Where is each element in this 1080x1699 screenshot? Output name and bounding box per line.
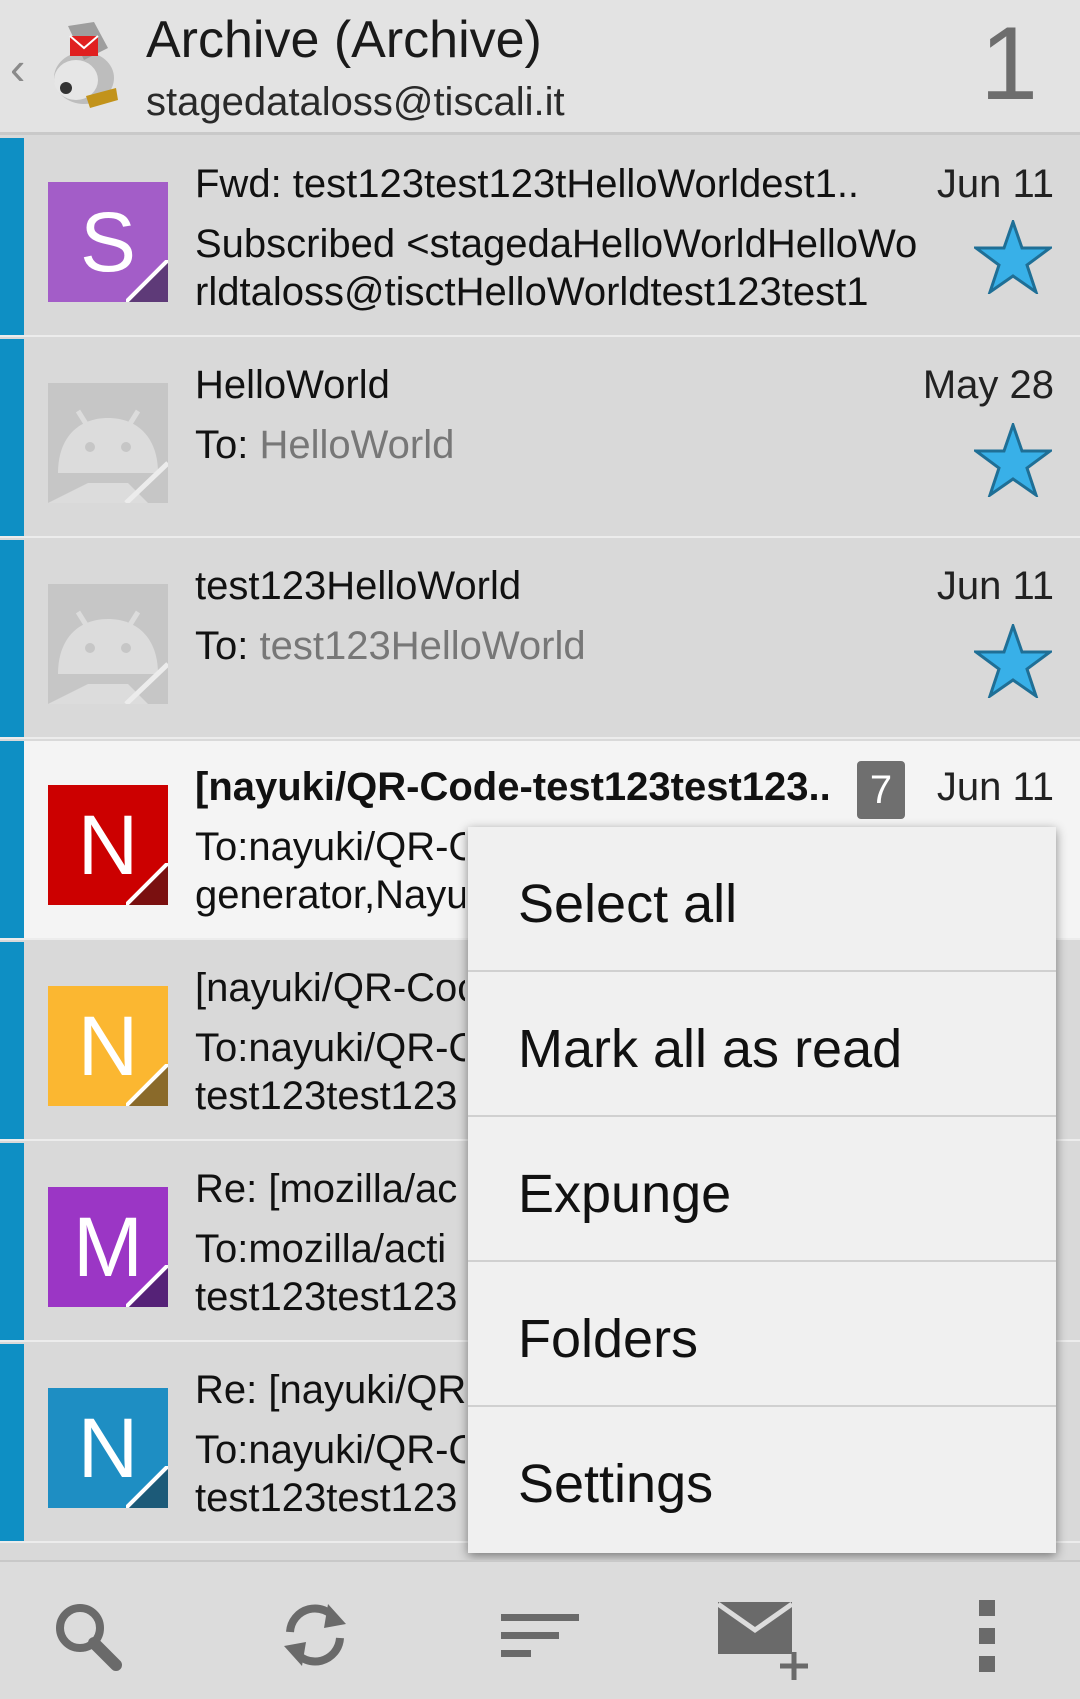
account-color-stripe	[0, 540, 24, 737]
avatar-fold-icon	[126, 863, 168, 905]
message-preview: To:nayuki/QR-C	[195, 1428, 465, 1472]
account-color-stripe	[0, 1344, 24, 1541]
app-logo[interactable]	[46, 18, 126, 113]
android-robot-icon	[48, 383, 168, 503]
android-robot-icon	[48, 584, 168, 704]
to-value: HelloWorld	[259, 423, 455, 467]
star-icon[interactable]	[974, 423, 1052, 497]
menu-item-expunge[interactable]: Expunge	[468, 1117, 1056, 1262]
message-preview-continued: rldtaloss@tisctHelloWorldtest123test1	[195, 270, 869, 314]
avatar-fold-icon	[126, 1466, 168, 1508]
message-preview: To:nayuki/QR-C	[195, 1026, 465, 1070]
bottom-action-bar	[0, 1560, 1080, 1699]
star-icon[interactable]	[974, 624, 1052, 698]
to-value: test123HelloWorld	[259, 624, 586, 668]
sort-icon[interactable]	[495, 1590, 585, 1680]
message-preview: Subscribed <stagedaHelloWorldHelloWo	[195, 222, 918, 266]
contact-avatar[interactable]: N	[48, 785, 168, 905]
star-icon[interactable]	[974, 220, 1052, 294]
menu-item-select-all[interactable]: Select all	[468, 827, 1056, 972]
message-date: Jun 11	[936, 564, 1054, 608]
message-subject: Re: [nayuki/QR-	[195, 1368, 465, 1412]
default-android-avatar[interactable]	[48, 584, 168, 704]
menu-item-label: Settings	[518, 1454, 714, 1514]
message-row[interactable]: S Fwd: test123test123tHelloWorldest1.. J…	[0, 138, 1080, 337]
message-date: Jun 11	[936, 162, 1054, 206]
app-header: ‹ Archive (Archive) stagedataloss@tiscal…	[0, 0, 1080, 135]
menu-item-mark-all-read[interactable]: Mark all as read	[468, 972, 1056, 1117]
message-subject: [nayuki/QR-Coc	[195, 966, 465, 1010]
message-date: May 28	[922, 363, 1054, 407]
account-color-stripe	[0, 138, 24, 335]
thread-count-badge: 7	[857, 761, 905, 819]
message-preview-continued: generator,Nayu	[195, 873, 465, 917]
message-subject: Re: [mozilla/ac	[195, 1167, 458, 1211]
menu-item-label: Mark all as read	[518, 1019, 903, 1079]
message-subject: HelloWorld	[195, 363, 390, 407]
to-label: To:	[195, 624, 260, 668]
message-preview-continued: test123test123	[195, 1074, 458, 1118]
account-email: stagedataloss@tiscali.it	[146, 80, 565, 124]
search-icon[interactable]	[44, 1590, 134, 1680]
menu-item-label: Folders	[518, 1309, 699, 1369]
message-subject: Fwd: test123test123tHelloWorldest1..	[195, 162, 860, 206]
menu-item-settings[interactable]: Settings	[468, 1407, 1056, 1552]
menu-item-label: Select all	[518, 874, 738, 934]
folder-title: Archive (Archive)	[146, 11, 542, 69]
overflow-menu-icon[interactable]	[944, 1590, 1034, 1680]
menu-item-label: Expunge	[518, 1164, 732, 1224]
default-android-avatar[interactable]	[48, 383, 168, 503]
avatar-fold-icon	[126, 1064, 168, 1106]
avatar-fold-icon	[126, 1265, 168, 1307]
avatar-fold-icon	[126, 260, 168, 302]
compose-icon[interactable]	[712, 1590, 822, 1680]
message-row[interactable]: HelloWorld May 28 To: HelloWorld	[0, 339, 1080, 538]
account-color-stripe	[0, 942, 24, 1139]
message-recipient: To: HelloWorld	[195, 423, 454, 468]
message-preview-continued: test123test123	[195, 1275, 458, 1319]
message-preview-continued: test123test123	[195, 1476, 458, 1520]
message-preview: To:mozilla/acti	[195, 1227, 447, 1271]
chevron-left-icon[interactable]: ‹	[10, 38, 40, 98]
account-color-stripe	[0, 339, 24, 536]
message-date: Jun 11	[936, 765, 1054, 809]
account-color-stripe	[0, 1143, 24, 1340]
overflow-popup-menu: Select all Mark all as read Expunge Fold…	[468, 827, 1056, 1553]
menu-item-folders[interactable]: Folders	[468, 1262, 1056, 1407]
refresh-icon[interactable]	[270, 1590, 360, 1680]
message-subject: test123HelloWorld	[195, 564, 522, 608]
account-color-stripe	[0, 741, 24, 938]
message-recipient: To: test123HelloWorld	[195, 624, 586, 669]
unread-count: 1	[980, 6, 1038, 122]
contact-avatar[interactable]: N	[48, 986, 168, 1106]
contact-avatar[interactable]: M	[48, 1187, 168, 1307]
message-subject: [nayuki/QR-Code-test123test123..	[195, 765, 831, 809]
message-row[interactable]: test123HelloWorld Jun 11 To: test123Hell…	[0, 540, 1080, 739]
message-preview: To:nayuki/QR-C	[195, 825, 465, 869]
contact-avatar[interactable]: N	[48, 1388, 168, 1508]
to-label: To:	[195, 423, 260, 467]
contact-avatar[interactable]: S	[48, 182, 168, 302]
